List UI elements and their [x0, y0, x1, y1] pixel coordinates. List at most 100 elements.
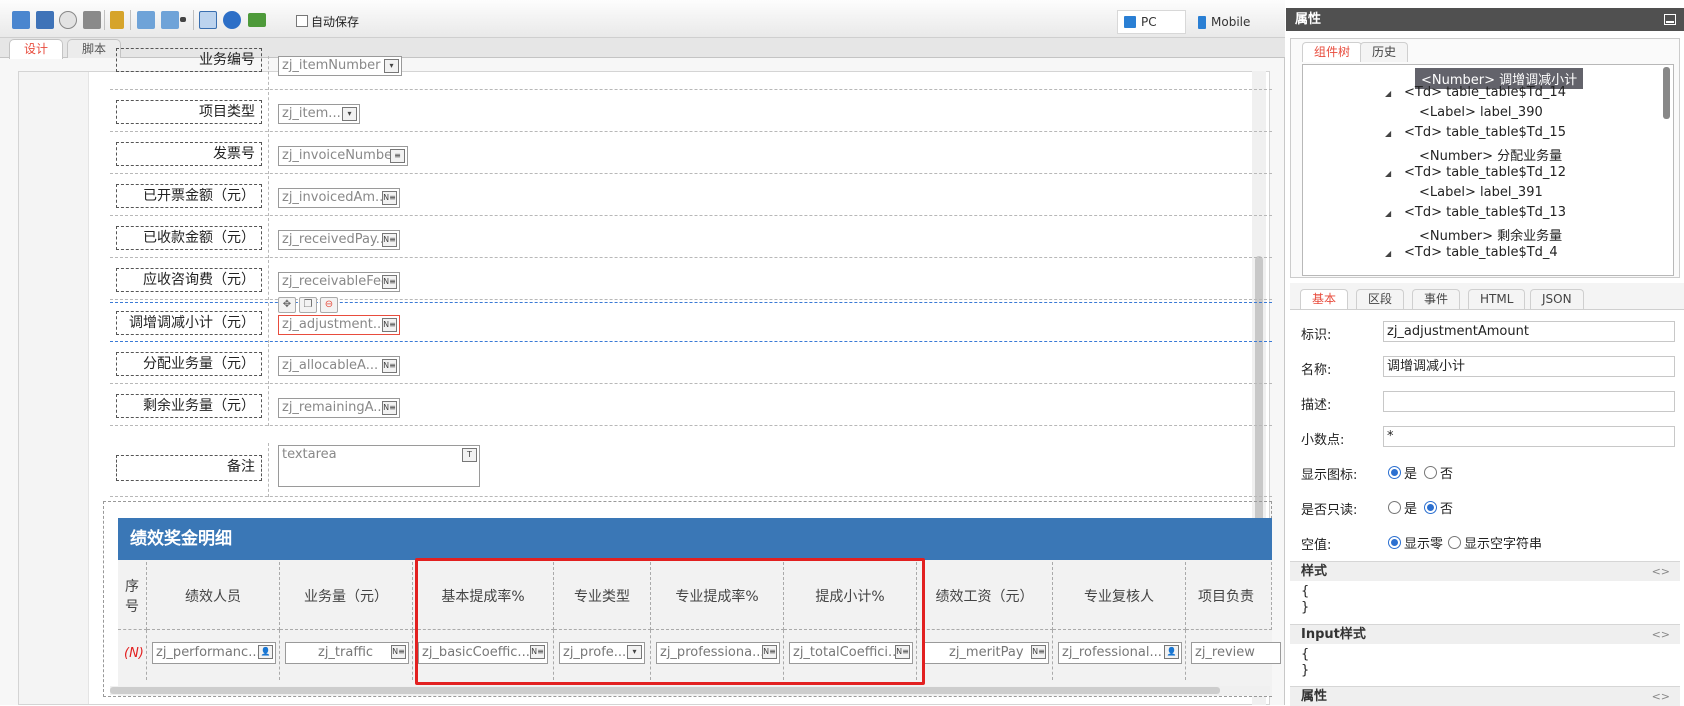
- radio-label: 是: [1404, 467, 1418, 482]
- move-icon[interactable]: ✥: [278, 297, 296, 313]
- cell-control[interactable]: zj_rofessional... 👤: [1058, 642, 1182, 664]
- form-row: 业务编号 zj_itemNumber ▾: [110, 48, 1272, 90]
- style-code[interactable]: {}: [1301, 584, 1309, 616]
- expand-icon[interactable]: ◢: [1385, 89, 1391, 98]
- name-field[interactable]: 调增调减小计: [1383, 356, 1675, 377]
- cell-divider: [268, 303, 269, 343]
- element-toolbar: ✥ ❐ ⊖: [278, 297, 346, 314]
- help-icon[interactable]: [223, 11, 241, 29]
- empty-blank-radio[interactable]: 显示空字符串: [1448, 533, 1542, 552]
- expand-icon[interactable]: ◢: [1385, 129, 1391, 138]
- field-control[interactable]: zj_allocableA... N≡: [278, 356, 400, 376]
- attribute-section-header[interactable]: 属性 <>: [1290, 686, 1680, 706]
- pc-view-button[interactable]: PC: [1117, 10, 1186, 34]
- radio-label: 显示零: [1404, 537, 1444, 552]
- wand-icon[interactable]: [110, 11, 124, 29]
- show-icon-no-radio[interactable]: 否: [1424, 463, 1453, 482]
- tree-node[interactable]: <Number> 剩余业务量: [1419, 225, 1562, 244]
- number-field-icon: N≡: [382, 318, 397, 332]
- field-control-name: zj_receivableFee: [282, 274, 390, 289]
- preview-icon[interactable]: [59, 11, 77, 29]
- tab-design[interactable]: 设计: [9, 39, 64, 59]
- radio-selected[interactable]: [1388, 536, 1401, 549]
- save-icon[interactable]: [36, 11, 54, 29]
- field-control-selected[interactable]: zj_adjustment... N≡: [278, 315, 400, 335]
- field-label: 发票号: [116, 142, 262, 166]
- mobile-view-button[interactable]: Mobile: [1194, 10, 1282, 34]
- input-style-section-header[interactable]: Input样式 <>: [1290, 624, 1680, 644]
- input-style-code[interactable]: {}: [1301, 647, 1309, 679]
- empty-zero-radio[interactable]: 显示零: [1388, 533, 1443, 552]
- field-control-name: zj_invoicedAm...: [282, 190, 388, 205]
- tree-node[interactable]: <Td> table_table$Td_15: [1404, 125, 1566, 140]
- tree-node[interactable]: <Label> label_390: [1419, 105, 1543, 120]
- table-icon[interactable]: [248, 13, 266, 27]
- tree-node[interactable]: <Td> table_table$Td_13: [1404, 205, 1566, 220]
- field-control[interactable]: zj_itemNumber ▾: [278, 56, 402, 76]
- cell-field: zj_rofessional...: [1062, 645, 1162, 660]
- radio-label: 是: [1404, 502, 1418, 517]
- expand-icon[interactable]: ◢: [1385, 169, 1391, 178]
- field-control[interactable]: zj_receivableFee N≡: [278, 272, 400, 292]
- expand-icon[interactable]: ◢: [1385, 249, 1391, 258]
- cell-divider: [268, 92, 269, 132]
- field-control[interactable]: zj_invoicedAm... N≡: [278, 188, 400, 208]
- delete-icon[interactable]: ⊖: [320, 297, 338, 313]
- field-control[interactable]: zj_invoiceNumber ≡: [278, 146, 408, 166]
- collapse-icon[interactable]: <>: [1652, 687, 1670, 706]
- show-icon-yes-radio[interactable]: 是: [1388, 463, 1417, 482]
- radio-selected[interactable]: [1388, 466, 1401, 479]
- tab-events[interactable]: 事件: [1412, 289, 1461, 309]
- minimize-icon[interactable]: [1664, 14, 1676, 25]
- cell-control[interactable]: zj_performanc... 👤: [152, 642, 276, 664]
- cell-field: zj_meritPay: [949, 645, 1024, 660]
- form-row: 分配业务量（元） zj_allocableA... N≡: [110, 344, 1272, 384]
- radio[interactable]: [1424, 466, 1437, 479]
- layout-icon[interactable]: [199, 11, 217, 29]
- tree-node[interactable]: <Td> table_table$Td_4: [1404, 245, 1558, 260]
- tree-scrollbar[interactable]: [1663, 67, 1670, 119]
- collapse-icon[interactable]: <>: [1652, 562, 1670, 581]
- description-field[interactable]: [1383, 391, 1675, 412]
- print-icon[interactable]: [83, 11, 101, 29]
- style-section-header[interactable]: 样式 <>: [1290, 561, 1680, 581]
- cell-control[interactable]: zj_meritPay N≡: [922, 642, 1049, 664]
- id-field[interactable]: zj_adjustmentAmount: [1383, 321, 1675, 342]
- tree-node[interactable]: <Number> 分配业务量: [1419, 145, 1562, 164]
- copy-icon[interactable]: ❐: [299, 297, 317, 313]
- tab-section[interactable]: 区段: [1356, 289, 1405, 309]
- tab-html[interactable]: HTML: [1468, 289, 1526, 309]
- cell-control[interactable]: zj_traffic N≡: [285, 642, 409, 664]
- import-icon[interactable]: [137, 11, 155, 29]
- collapse-icon[interactable]: <>: [1652, 625, 1670, 644]
- scrollbar-thumb[interactable]: [110, 687, 1220, 694]
- tree-node[interactable]: <Td> table_table$Td_12: [1404, 165, 1566, 180]
- field-control[interactable]: zj_remainingA... N≡: [278, 398, 400, 418]
- tab-history[interactable]: 历史: [1360, 42, 1409, 62]
- tab-json[interactable]: JSON: [1530, 289, 1584, 309]
- autosave-toggle[interactable]: 自动保存: [296, 13, 359, 29]
- tab-component-tree[interactable]: 组件树: [1302, 42, 1363, 62]
- table-horizontal-scrollbar[interactable]: [110, 686, 1270, 695]
- radio[interactable]: [1388, 501, 1401, 514]
- empty-value-label: 空值:: [1301, 538, 1332, 553]
- decimal-field[interactable]: *: [1383, 426, 1675, 447]
- new-form-icon[interactable]: [12, 11, 30, 29]
- form-row: 应收咨询费（元） zj_receivableFee N≡: [110, 260, 1272, 300]
- remark-textarea[interactable]: textarea T: [278, 445, 480, 487]
- form-row: 发票号 zj_invoiceNumber ≡: [110, 134, 1272, 174]
- export-icon[interactable]: [161, 11, 179, 29]
- readonly-no-radio[interactable]: 否: [1424, 498, 1453, 517]
- cell-control[interactable]: zj_review: [1191, 642, 1281, 664]
- autosave-checkbox[interactable]: [296, 15, 308, 27]
- field-control[interactable]: zj_receivedPay... N≡: [278, 230, 400, 250]
- tree-node[interactable]: <Td> table_table$Td_14: [1404, 85, 1566, 100]
- chevron-down-icon[interactable]: [180, 17, 186, 22]
- radio[interactable]: [1448, 536, 1461, 549]
- tab-basic[interactable]: 基本: [1300, 289, 1349, 309]
- expand-icon[interactable]: ◢: [1385, 209, 1391, 218]
- tree-node[interactable]: <Label> label_391: [1419, 185, 1543, 200]
- field-control[interactable]: zj_item... ▾: [278, 104, 360, 124]
- readonly-yes-radio[interactable]: 是: [1388, 498, 1417, 517]
- radio-selected[interactable]: [1424, 501, 1437, 514]
